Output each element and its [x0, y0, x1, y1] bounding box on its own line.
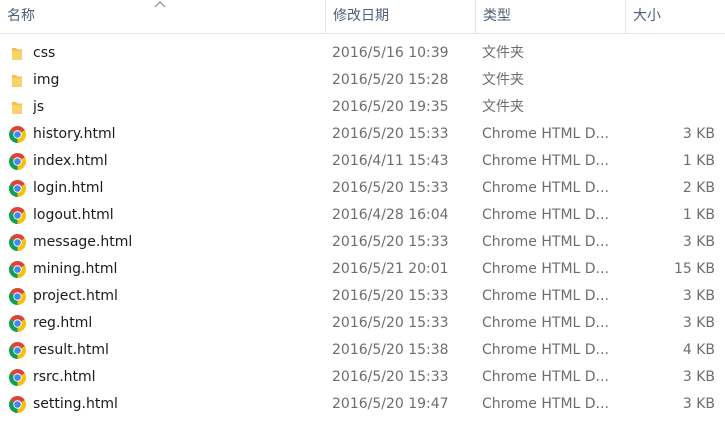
folder-icon	[12, 48, 22, 60]
file-type: 文件夹	[482, 99, 524, 115]
file-name: reg.html	[33, 315, 93, 331]
file-row[interactable]: index.html 2016/4/11 15:43 Chrome HTML D..…	[0, 148, 725, 175]
file-modified-date: 2016/5/21 20:01	[332, 261, 449, 277]
column-header-name[interactable]: 名称	[0, 0, 325, 33]
file-list: css 2016/5/16 10:39 文件夹 img 2016/5/20 15:28 文…	[0, 40, 725, 418]
column-header-name-label: 名称	[7, 8, 35, 24]
file-type: Chrome HTML D...	[482, 396, 609, 412]
chrome-icon	[9, 126, 26, 143]
chrome-icon	[9, 234, 26, 251]
file-row[interactable]: reg.html 2016/5/20 15:33 Chrome HTML D... 3…	[0, 310, 725, 337]
chrome-icon	[9, 153, 26, 170]
file-modified-date: 2016/5/20 19:35	[332, 99, 449, 115]
file-type: Chrome HTML D...	[482, 369, 609, 385]
column-header-size-label: 大小	[633, 8, 661, 24]
file-type: Chrome HTML D...	[482, 153, 609, 169]
file-name: rsrc.html	[33, 369, 96, 385]
file-row[interactable]: mining.html 2016/5/21 20:01 Chrome HTML D.…	[0, 256, 725, 283]
file-modified-date: 2016/5/20 15:33	[332, 180, 449, 196]
file-modified-date: 2016/5/20 15:33	[332, 234, 449, 250]
file-modified-date: 2016/5/20 19:47	[332, 396, 449, 412]
file-name: message.html	[33, 234, 133, 250]
file-size: 3 KB	[682, 369, 715, 385]
file-size	[630, 94, 715, 121]
file-size	[630, 40, 715, 67]
file-modified-date: 2016/4/28 16:04	[332, 207, 449, 223]
file-row[interactable]: rsrc.html 2016/5/20 15:33 Chrome HTML D...…	[0, 364, 725, 391]
sort-ascending-icon	[154, 1, 166, 8]
chrome-icon	[9, 396, 26, 413]
chrome-icon	[9, 288, 26, 305]
file-modified-date: 2016/4/11 15:43	[332, 153, 449, 169]
file-modified-date: 2016/5/20 15:33	[332, 126, 449, 142]
file-name: project.html	[33, 288, 118, 304]
file-row[interactable]: history.html 2016/5/20 15:33 Chrome HTML D…	[0, 121, 725, 148]
file-size: 2 KB	[682, 180, 715, 196]
file-size: 4 KB	[682, 342, 715, 358]
file-type: Chrome HTML D...	[482, 261, 609, 277]
file-size: 1 KB	[682, 153, 715, 169]
file-size: 3 KB	[682, 288, 715, 304]
file-modified-date: 2016/5/16 10:39	[332, 45, 449, 61]
column-header-type[interactable]: 类型	[475, 0, 625, 33]
file-row[interactable]: img 2016/5/20 15:28 文件夹	[0, 67, 725, 94]
file-modified-date: 2016/5/20 15:33	[332, 315, 449, 331]
chrome-icon	[9, 315, 26, 332]
file-name: setting.html	[33, 396, 118, 412]
file-row[interactable]: login.html 2016/5/20 15:33 Chrome HTML D..…	[0, 175, 725, 202]
file-type: Chrome HTML D...	[482, 207, 609, 223]
column-header-type-label: 类型	[483, 8, 511, 24]
chrome-icon	[9, 261, 26, 278]
file-name: result.html	[33, 342, 109, 358]
chrome-icon	[9, 369, 26, 386]
chrome-icon	[9, 342, 26, 359]
folder-icon	[12, 102, 22, 114]
file-name: mining.html	[33, 261, 118, 277]
file-row[interactable]: css 2016/5/16 10:39 文件夹	[0, 40, 725, 67]
file-modified-date: 2016/5/20 15:38	[332, 342, 449, 358]
file-size: 3 KB	[682, 315, 715, 331]
file-size: 3 KB	[682, 126, 715, 142]
folder-icon	[12, 75, 22, 87]
file-type: 文件夹	[482, 45, 524, 61]
file-type: Chrome HTML D...	[482, 180, 609, 196]
file-size	[630, 67, 715, 94]
file-row[interactable]: message.html 2016/5/20 15:33 Chrome HTML D…	[0, 229, 725, 256]
file-row[interactable]: project.html 2016/5/20 15:33 Chrome HTML D…	[0, 283, 725, 310]
file-name: history.html	[33, 126, 116, 142]
column-header-date[interactable]: 修改日期	[325, 0, 475, 33]
file-size: 3 KB	[682, 234, 715, 250]
file-name: login.html	[33, 180, 104, 196]
file-size: 3 KB	[682, 396, 715, 412]
chrome-icon	[9, 180, 26, 197]
file-row[interactable]: setting.html 2016/5/20 19:47 Chrome HTML D…	[0, 391, 725, 418]
file-name: img	[33, 72, 60, 88]
file-row[interactable]: result.html 2016/5/20 15:38 Chrome HTML D.…	[0, 337, 725, 364]
file-modified-date: 2016/5/20 15:28	[332, 72, 449, 88]
file-type: 文件夹	[482, 72, 524, 88]
chrome-icon	[9, 207, 26, 224]
file-size: 1 KB	[682, 207, 715, 223]
file-type: Chrome HTML D...	[482, 288, 609, 304]
file-type: Chrome HTML D...	[482, 315, 609, 331]
column-header-bar: 名称 修改日期 类型 大小	[0, 0, 725, 34]
file-name: logout.html	[33, 207, 114, 223]
column-header-date-label: 修改日期	[333, 8, 389, 24]
file-row[interactable]: js 2016/5/20 19:35 文件夹	[0, 94, 725, 121]
file-name: index.html	[33, 153, 108, 169]
file-name: css	[33, 45, 56, 61]
file-row[interactable]: logout.html 2016/4/28 16:04 Chrome HTML D.…	[0, 202, 725, 229]
file-name: js	[33, 99, 45, 115]
file-modified-date: 2016/5/20 15:33	[332, 369, 449, 385]
file-size: 15 KB	[673, 261, 715, 277]
file-type: Chrome HTML D...	[482, 342, 609, 358]
file-modified-date: 2016/5/20 15:33	[332, 288, 449, 304]
column-header-size[interactable]: 大小	[625, 0, 725, 33]
file-type: Chrome HTML D...	[482, 234, 609, 250]
file-type: Chrome HTML D...	[482, 126, 609, 142]
